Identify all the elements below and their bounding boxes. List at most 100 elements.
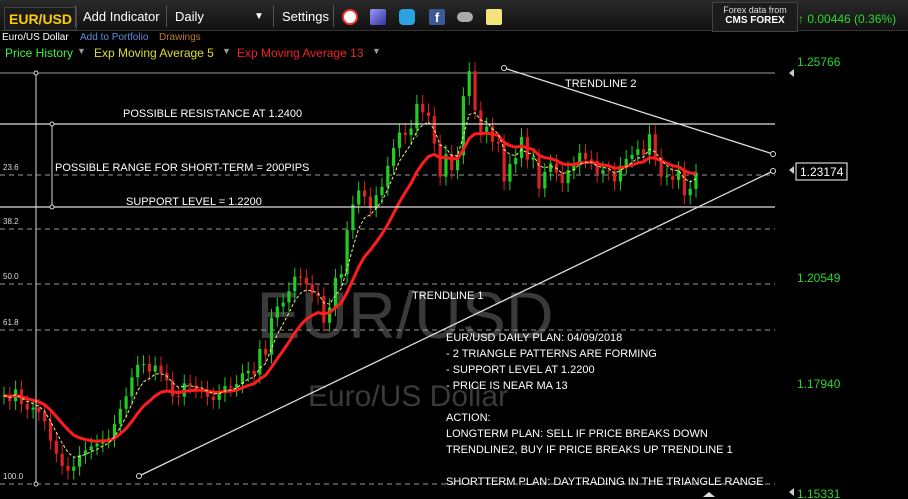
candle-body [345, 230, 349, 275]
indicator-ema5[interactable]: Exp Moving Average 5 [94, 46, 214, 60]
symbol-selector[interactable]: EUR/USD [4, 7, 78, 31]
chevron-down-icon[interactable]: ▼ [77, 46, 86, 56]
candle-body [200, 389, 204, 391]
drawing-handle[interactable] [770, 151, 776, 157]
candle-body [287, 291, 291, 303]
alarm-icon[interactable] [342, 9, 358, 25]
y-tick-label: 1.15331 [797, 487, 841, 499]
candle-body [455, 155, 460, 171]
candle-body [357, 190, 361, 205]
candle-body [543, 171, 547, 189]
candle-body [118, 408, 122, 424]
candle-body [322, 295, 326, 323]
facebook-icon[interactable]: f [429, 9, 445, 25]
period-dropdown[interactable]: Daily [175, 0, 204, 30]
trendline-2[interactable] [503, 67, 774, 155]
chevron-down-icon[interactable]: ▼ [372, 46, 381, 56]
add-indicator-button[interactable]: Add Indicator [83, 0, 160, 30]
candle-body [688, 188, 692, 196]
candle-body [252, 370, 256, 375]
chevron-down-icon[interactable]: ▼ [222, 46, 231, 56]
candle-body [83, 450, 88, 455]
candle-body [432, 116, 436, 144]
candle-body [112, 423, 117, 439]
data-source-badge[interactable]: Forex data from CMS FOREX [712, 2, 798, 32]
candle-body [380, 186, 384, 196]
candle-body [124, 396, 128, 409]
candle-body [2, 395, 6, 397]
fib-level-label: 61.8 [3, 318, 19, 327]
candle-body [397, 132, 402, 148]
instrument-name: Euro/US Dollar [2, 32, 69, 43]
drawing-handle[interactable] [49, 121, 55, 127]
candle-body [479, 110, 483, 135]
candle-body [583, 152, 588, 160]
drawing-handle[interactable] [770, 168, 776, 174]
candle-body [165, 372, 169, 381]
cube-icon[interactable] [370, 9, 386, 25]
binoculars-icon[interactable] [457, 12, 473, 22]
candle-body [514, 158, 518, 165]
candle-body [66, 465, 70, 471]
candle-body [19, 389, 24, 404]
candle-body [293, 276, 297, 292]
fib-level-label: 100.0 [3, 472, 24, 481]
candle-body [159, 365, 163, 373]
drawing-handle[interactable] [501, 65, 507, 71]
candle-body [240, 373, 245, 385]
candle-body [43, 412, 47, 422]
twitter-icon[interactable] [399, 9, 415, 25]
indicator-price-history[interactable]: Price History [5, 46, 73, 60]
drawing-handle[interactable] [33, 70, 39, 76]
drawing-handle[interactable] [33, 481, 39, 487]
candle-body [153, 365, 157, 372]
candle-body [141, 363, 146, 365]
scroll-marker-icon[interactable] [703, 492, 715, 497]
candle-body [194, 385, 198, 390]
drawing-handle[interactable] [136, 473, 142, 479]
settings-button[interactable]: Settings [282, 0, 329, 30]
divider [166, 5, 167, 27]
candles [2, 62, 698, 480]
candle-body [549, 163, 553, 172]
drawings-link[interactable]: Drawings [159, 32, 201, 43]
candle-body [89, 446, 93, 451]
ema13-line [3, 131, 696, 443]
candle-body [554, 163, 559, 173]
chevron-down-icon[interactable]: ▼ [254, 0, 264, 30]
price-change: ↑ 0.00446 (0.36%) [798, 12, 896, 26]
drawing-handle[interactable] [49, 204, 55, 210]
range-label: POSSIBLE RANGE FOR SHORT-TERM = 200PIPS [55, 162, 309, 174]
plan-text-block: EUR/USD DAILY PLAN: 04/09/2018 - 2 TRIANG… [446, 332, 764, 488]
candle-body [14, 389, 18, 402]
price-chart[interactable]: EUR/USD Euro/US Dollar 23.6 38.2 50.0 61.8 1… [0, 0, 908, 499]
drawings-layer [0, 65, 776, 487]
watermark: EUR/USD Euro/US Dollar [256, 278, 553, 413]
trendline-1[interactable] [138, 170, 774, 477]
candle-body [374, 195, 378, 209]
watermark-name: Euro/US Dollar [308, 380, 508, 413]
candle-body [694, 172, 698, 189]
toolbar: EUR/USD Add Indicator Daily ▼ Settings f… [0, 0, 908, 32]
scroll-up-icon[interactable] [789, 69, 794, 77]
scroll-down-icon[interactable] [789, 488, 794, 496]
candle-body [77, 454, 82, 467]
watermark-symbol: EUR/USD [256, 278, 553, 352]
current-price-label: 1.23174 [800, 165, 844, 179]
candle-body [235, 384, 239, 388]
candle-body [54, 440, 58, 454]
candle-body [275, 306, 279, 318]
fib-grid: 23.6 38.2 50.0 61.8 100.0 [0, 72, 775, 485]
candle-body [37, 407, 41, 413]
plan-line: SHORTTERM PLAN: DAYTRADING IN THE TRIANG… [446, 476, 764, 488]
candle-body [450, 154, 454, 171]
note-icon[interactable] [486, 9, 502, 25]
candle-body [490, 126, 495, 142]
candle-body [60, 453, 64, 466]
add-to-portfolio-link[interactable]: Add to Portfolio [80, 32, 148, 43]
y-tick-label: 1.25766 [797, 55, 841, 69]
candle-body [182, 383, 186, 397]
candle-body [392, 147, 396, 166]
indicator-ema13[interactable]: Exp Moving Average 13 [237, 46, 364, 60]
candle-body [618, 165, 623, 182]
